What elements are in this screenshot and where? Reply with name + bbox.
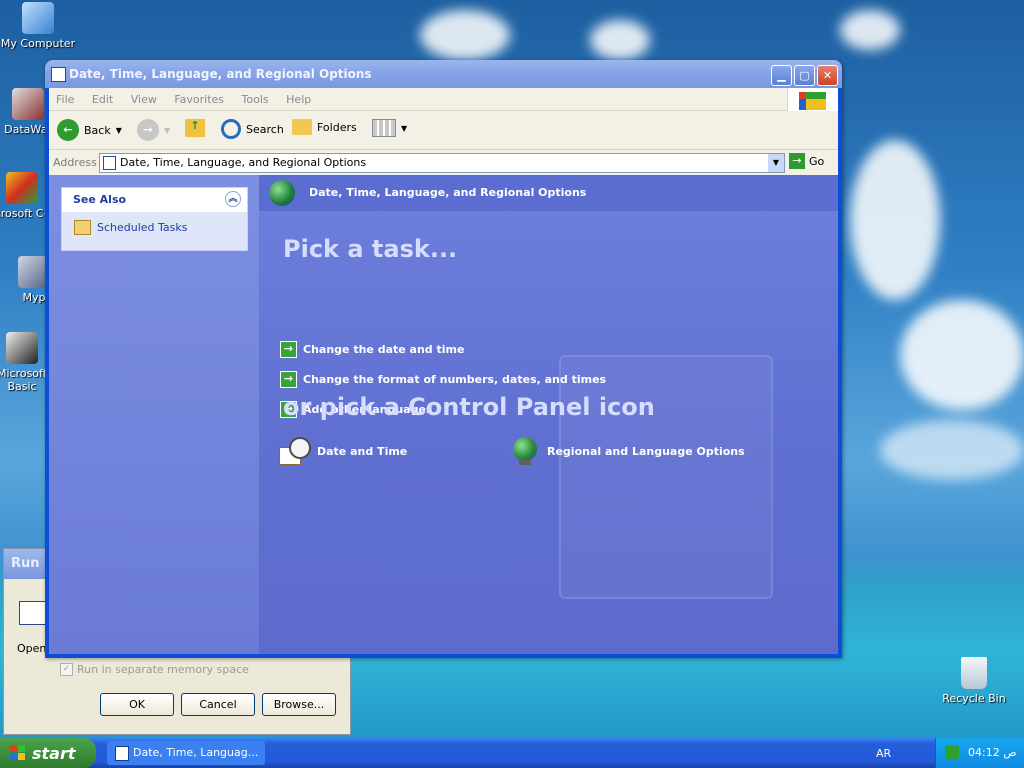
content-area: See Also ︽ Scheduled Tasks Date, Time, L…	[49, 175, 838, 654]
window-icon	[51, 67, 66, 82]
see-also-header[interactable]: See Also ︽	[62, 188, 247, 212]
address-input[interactable]: Date, Time, Language, and Regional Optio…	[99, 153, 785, 173]
desktop-icon-label: Myp	[22, 291, 46, 304]
up-folder-button[interactable]: ↑	[185, 119, 205, 137]
computer-icon	[22, 2, 54, 34]
category-title: Date, Time, Language, and Regional Optio…	[309, 186, 587, 199]
folders-button[interactable]: Folders	[292, 119, 357, 135]
visual-cpp-icon	[6, 172, 38, 204]
minimize-button[interactable]: ▁	[771, 65, 792, 86]
task-label: Change the date and time	[303, 343, 465, 356]
language-indicator[interactable]: AR	[876, 747, 891, 760]
windows-flag-icon	[10, 745, 26, 761]
taskbar-button-label: Date, Time, Languag...	[133, 746, 259, 759]
pick-icon-heading: or pick a Control Panel icon	[283, 393, 655, 421]
task-label: Change the format of numbers, dates, and…	[303, 373, 607, 386]
forward-button[interactable]: → ▼	[137, 119, 170, 141]
cpl-label: Regional and Language Options	[547, 444, 745, 458]
category-globe-icon	[269, 180, 295, 206]
category-pane: Date, Time, Language, and Regional Optio…	[259, 175, 838, 654]
search-icon	[221, 119, 241, 139]
toolbar: ← Back ▼ → ▼ ↑ Search Folders ▼	[49, 111, 838, 150]
menu-tools[interactable]: Tools	[235, 88, 276, 106]
window-title: Date, Time, Language, and Regional Optio…	[69, 67, 372, 81]
folders-label: Folders	[317, 120, 357, 134]
menu-edit[interactable]: Edit	[85, 88, 120, 106]
scheduled-tasks-label: Scheduled Tasks	[97, 221, 188, 234]
control-panel-window: Date, Time, Language, and Regional Optio…	[45, 60, 842, 658]
checkbox-label: Run in separate memory space	[77, 663, 249, 676]
start-button[interactable]: start	[0, 738, 96, 768]
dropdown-arrow-icon: ▼	[115, 125, 122, 135]
see-also-item-scheduled-tasks[interactable]: Scheduled Tasks	[62, 212, 247, 235]
ok-button[interactable]: OK	[100, 693, 174, 716]
title-bar[interactable]: Date, Time, Language, and Regional Optio…	[45, 60, 842, 88]
desktop-icon-recycle-bin[interactable]: Recycle Bin	[934, 657, 1014, 705]
search-label: Search	[246, 122, 284, 136]
checkbox-icon: ✓	[60, 663, 73, 676]
cancel-button[interactable]: Cancel	[181, 693, 255, 716]
forward-arrow-icon: →	[137, 119, 159, 141]
menu-file[interactable]: File	[49, 88, 81, 106]
address-bar: Address Date, Time, Language, and Region…	[49, 150, 838, 176]
category-header: Date, Time, Language, and Regional Optio…	[259, 175, 838, 211]
close-button[interactable]: ✕	[817, 65, 838, 86]
separate-memory-checkbox[interactable]: ✓ Run in separate memory space	[60, 663, 249, 676]
dropdown-arrow-icon: ▼	[164, 125, 171, 135]
desktop-icon-my-computer[interactable]: My Computer	[0, 2, 78, 50]
taskbar: start Date, Time, Languag... AR 04:12 ص	[0, 738, 1024, 768]
menu-view[interactable]: View	[124, 88, 164, 106]
taskbar-button-control-panel[interactable]: Date, Time, Languag...	[107, 741, 265, 765]
browse-button[interactable]: Browse...	[262, 693, 336, 716]
clock[interactable]: 04:12 ص	[968, 746, 1017, 759]
tray-network-icon[interactable]	[945, 745, 959, 759]
desktop-icon-label: My Computer	[0, 37, 76, 50]
visual-basic-icon	[6, 332, 38, 364]
task-change-format[interactable]: → Change the format of numbers, dates, a…	[280, 371, 606, 388]
go-label: Go	[809, 154, 825, 168]
watermark-icon	[559, 355, 773, 599]
cpl-label: Date and Time	[317, 444, 408, 458]
back-label: Back	[84, 123, 111, 137]
taskbar-window-icon	[115, 746, 129, 761]
address-dropdown-icon[interactable]: ▼	[768, 154, 784, 172]
dropdown-arrow-icon: ▼	[401, 123, 408, 133]
task-pane: See Also ︽ Scheduled Tasks	[49, 175, 259, 654]
scheduled-tasks-icon	[74, 220, 91, 235]
pick-task-heading: Pick a task...	[283, 235, 458, 263]
go-button[interactable]: → Go	[789, 153, 824, 169]
views-icon	[372, 119, 396, 137]
shortcut-icon	[12, 88, 44, 120]
see-also-panel: See Also ︽ Scheduled Tasks	[61, 187, 248, 251]
clock-calendar-icon	[279, 437, 311, 465]
folders-icon	[292, 119, 312, 135]
see-also-title: See Also	[73, 193, 127, 206]
search-button[interactable]: Search	[221, 119, 284, 139]
address-page-icon	[103, 156, 116, 170]
back-arrow-icon: ←	[57, 119, 79, 141]
start-label: start	[32, 743, 76, 763]
up-folder-icon: ↑	[185, 119, 205, 137]
task-change-date-time[interactable]: → Change the date and time	[280, 341, 464, 358]
views-button[interactable]: ▼	[372, 119, 407, 137]
system-tray: 04:12 ص	[935, 738, 1024, 768]
menu-bar: File Edit View Favorites Tools Help	[49, 88, 838, 115]
menu-help[interactable]: Help	[279, 88, 318, 106]
go-arrow-icon: →	[789, 153, 805, 169]
task-arrow-icon: →	[280, 341, 297, 358]
desktop-icon-label: Microsoft Basic	[0, 367, 48, 393]
collapse-chevron-icon[interactable]: ︽	[225, 191, 241, 207]
globe-icon	[513, 437, 537, 465]
menu-favorites[interactable]: Favorites	[167, 88, 231, 106]
address-value: Date, Time, Language, and Regional Optio…	[120, 156, 367, 169]
back-button[interactable]: ← Back ▼	[57, 119, 122, 141]
maximize-button[interactable]: ▢	[794, 65, 815, 86]
task-arrow-icon: →	[280, 371, 297, 388]
desktop-icon-label: Recycle Bin	[942, 692, 1006, 705]
open-label: Open	[17, 642, 47, 655]
recycle-bin-icon	[961, 657, 987, 689]
cpl-icon-date-time[interactable]: Date and Time	[279, 437, 407, 465]
cpl-icon-regional-language[interactable]: Regional and Language Options	[513, 437, 745, 465]
address-label: Address	[53, 156, 97, 169]
